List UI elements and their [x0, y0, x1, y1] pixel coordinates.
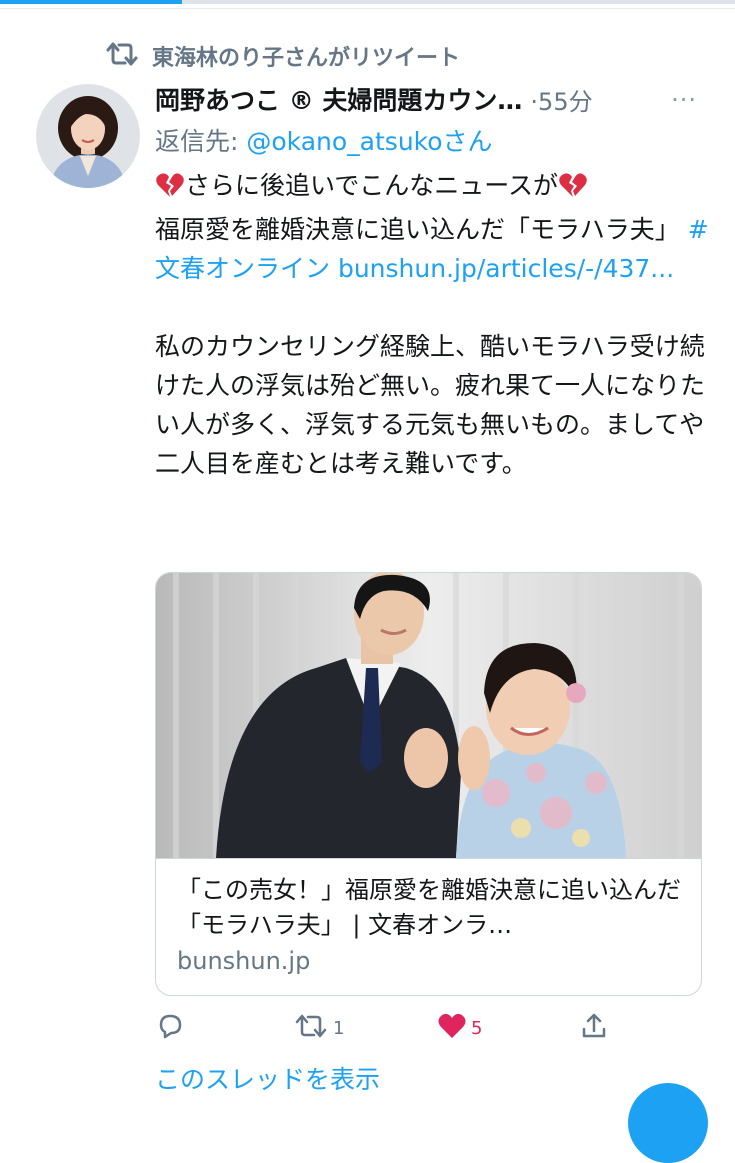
tweet-actions: 1 5: [155, 1010, 715, 1046]
reply-context: 返信先: @okano_atsukoさん: [155, 122, 493, 158]
retweet-count: 1: [333, 1017, 345, 1039]
card-image[interactable]: [156, 573, 701, 859]
retweet-button[interactable]: 1: [293, 1010, 344, 1046]
more-icon[interactable]: ···: [671, 86, 697, 114]
tweet-line-2: 福原愛を離婚決意に追い込んだ「モラハラ夫」: [155, 215, 680, 244]
avatar[interactable]: [36, 84, 140, 188]
broken-heart-icon: [558, 171, 588, 210]
retweet-context: 東海林のり子さんがリツイート: [104, 40, 460, 72]
retweeted-by-label[interactable]: 東海林のり子さんがリツイート: [152, 40, 460, 72]
tweet-time[interactable]: ·55分: [530, 82, 592, 117]
reply-prefix: 返信先:: [155, 127, 247, 156]
reply-button[interactable]: [155, 1010, 185, 1046]
tweet-line-1: さらに後追いでこんなニュースが: [185, 171, 559, 200]
reply-suffix: さん: [442, 127, 493, 156]
retweet-icon: [104, 40, 140, 72]
card-domain: bunshun.jp: [177, 947, 311, 975]
active-tab-indicator: [0, 0, 182, 4]
tab-bar: [0, 0, 735, 9]
article-url-link[interactable]: bunshun.jp/articles/-/437...: [338, 254, 674, 283]
share-button[interactable]: [579, 1010, 609, 1046]
like-icon[interactable]: [437, 1012, 467, 1045]
show-thread-link[interactable]: このスレッドを表示: [155, 1060, 380, 1096]
tweet-header: 岡野あつこ ® 夫婦問題カウン… ·55分 ···: [155, 80, 715, 118]
share-icon[interactable]: [579, 1011, 609, 1046]
compose-tweet-button[interactable]: [628, 1083, 708, 1163]
link-card[interactable]: 「この売女！」福原愛を離婚決意に追い込んだ「モラハラ夫」 | 文春オンラ… bu…: [155, 572, 702, 996]
tweet-paragraph-2: 私のカウンセリング経験上、酷いモラハラ受け続けた人の浮気は殆ど無い。疲れ果て一人…: [155, 332, 706, 478]
retweet-icon[interactable]: [293, 1012, 329, 1045]
inactive-tab-bar: [182, 0, 735, 4]
tweet-text: さらに後追いでこんなニュースが 福原愛を離婚決意に追い込んだ「モラハラ夫」 #文…: [155, 166, 715, 483]
reply-mention[interactable]: @okano_atsuko: [246, 127, 442, 156]
broken-heart-icon: [155, 171, 185, 210]
like-count: 5: [471, 1017, 483, 1039]
author-name[interactable]: 岡野あつこ ® 夫婦問題カウン…: [155, 81, 522, 117]
like-button[interactable]: 5: [437, 1010, 482, 1046]
reply-icon[interactable]: [155, 1011, 185, 1046]
card-title[interactable]: 「この売女！」福原愛を離婚決意に追い込んだ「モラハラ夫」 | 文春オンラ…: [177, 873, 687, 943]
